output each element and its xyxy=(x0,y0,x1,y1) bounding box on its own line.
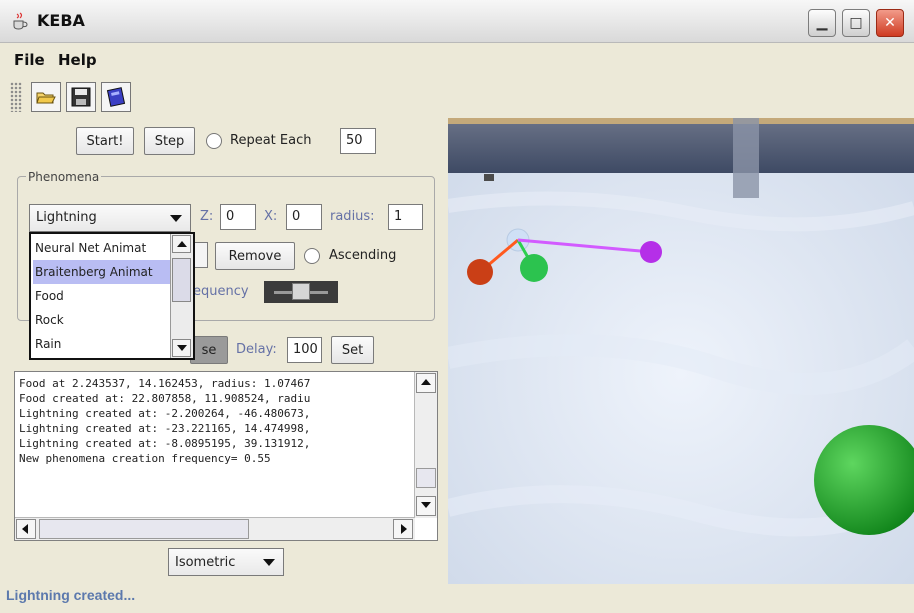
animat-body-orange xyxy=(467,259,493,285)
small-object xyxy=(484,174,494,181)
view-mode-value: Isometric xyxy=(175,555,236,570)
log-line: Lightning created at: -23.221165, 14.474… xyxy=(19,422,311,435)
dropdown-arrow-icon xyxy=(263,559,275,566)
log-horizontal-scrollbar[interactable] xyxy=(15,517,415,540)
slider-thumb[interactable] xyxy=(292,283,310,300)
menu-bar: File Help xyxy=(0,43,914,75)
x-label: X: xyxy=(264,209,278,224)
log-line: Lightning created at: -2.200264, -46.480… xyxy=(19,407,311,420)
menu-help[interactable]: Help xyxy=(58,51,97,69)
dropdown-item-food[interactable]: Food xyxy=(33,284,175,308)
title-bar: KEBA ▁ □ ✕ xyxy=(0,0,914,43)
log-line: Food created at: 22.807858, 11.908524, r… xyxy=(19,392,311,405)
scroll-left-icon xyxy=(22,524,28,534)
log-horizontal-thumb[interactable] xyxy=(39,519,249,539)
step-button[interactable]: Step xyxy=(144,127,195,155)
3d-scene xyxy=(448,118,914,584)
dropdown-scrollbar[interactable] xyxy=(170,234,193,358)
menu-file[interactable]: File xyxy=(14,51,45,69)
scroll-down-icon xyxy=(177,345,187,351)
phenomena-dropdown-list[interactable]: Neural Net Animat Braitenberg Animat Foo… xyxy=(29,232,195,360)
log-scroll-up-button[interactable] xyxy=(416,373,436,393)
phenomena-type-select[interactable]: Lightning xyxy=(29,204,191,232)
close-icon: ✕ xyxy=(884,15,896,31)
maximize-button[interactable]: □ xyxy=(842,9,870,37)
dropdown-item-rock[interactable]: Rock xyxy=(33,308,175,332)
scroll-right-icon xyxy=(401,524,407,534)
phenomena-type-value: Lightning xyxy=(36,210,97,225)
z-field[interactable]: 0 xyxy=(220,204,256,230)
animat-body-purple xyxy=(640,241,662,263)
java-cup-icon xyxy=(10,12,30,32)
phenomena-group-title: Phenomena xyxy=(26,170,102,184)
scroll-down-icon xyxy=(421,502,431,508)
log-scroll-right-button[interactable] xyxy=(393,519,413,539)
z-label: Z: xyxy=(200,209,214,224)
maximize-icon: □ xyxy=(849,15,863,31)
radius-label: radius: xyxy=(330,209,375,224)
dropdown-item-neural-net-animat[interactable]: Neural Net Animat xyxy=(33,236,175,260)
pause-button-label: se xyxy=(201,342,217,358)
wall xyxy=(448,118,914,173)
dropdown-arrow-icon xyxy=(170,215,182,222)
set-button[interactable]: Set xyxy=(331,336,374,364)
scroll-up-icon xyxy=(177,241,187,247)
log-vertical-thumb[interactable] xyxy=(416,468,436,488)
pause-button[interactable]: se xyxy=(190,336,228,364)
repeat-radio[interactable] xyxy=(206,133,222,149)
dropdown-item-rain[interactable]: Rain xyxy=(33,332,175,356)
frequency-label: equency xyxy=(193,284,249,299)
delay-field[interactable]: 100 xyxy=(287,337,322,363)
delay-label: Delay: xyxy=(236,342,277,357)
save-icon xyxy=(71,87,91,107)
ascending-radio[interactable] xyxy=(304,248,320,264)
log-line: Lightning created at: -8.0895195, 39.131… xyxy=(19,437,311,450)
log-line: New phenomena creation frequency= 0.55 xyxy=(19,452,271,465)
wall-top xyxy=(448,118,914,124)
dropdown-item-braitenberg-animat[interactable]: Braitenberg Animat xyxy=(33,260,175,284)
scroll-down-button[interactable] xyxy=(172,339,191,357)
view-mode-select[interactable]: Isometric xyxy=(168,548,284,576)
repeat-label: Repeat Each xyxy=(230,133,312,148)
open-button[interactable] xyxy=(31,82,61,112)
start-button[interactable]: Start! xyxy=(76,127,134,155)
minimize-icon: ▁ xyxy=(816,15,828,31)
minimize-button[interactable]: ▁ xyxy=(808,9,836,37)
ascending-label: Ascending xyxy=(329,248,397,263)
scroll-up-button[interactable] xyxy=(172,235,191,253)
animat-body-green xyxy=(520,254,548,282)
repeat-count-field[interactable]: 50 xyxy=(340,128,376,154)
event-log[interactable]: Food at 2.243537, 14.162453, radius: 1.0… xyxy=(14,371,438,541)
log-line: Food at 2.243537, 14.162453, radius: 1.0… xyxy=(19,377,311,390)
x-field[interactable]: 0 xyxy=(286,204,322,230)
status-text: Lightning created... xyxy=(6,587,136,603)
pillar xyxy=(733,118,759,198)
scroll-up-icon xyxy=(421,379,431,385)
radius-field[interactable]: 1 xyxy=(388,204,423,230)
help-book-button[interactable] xyxy=(101,82,131,112)
open-folder-icon xyxy=(36,92,56,104)
frequency-slider[interactable] xyxy=(264,281,338,303)
dropdown-scroll-thumb[interactable] xyxy=(172,258,191,302)
remove-button[interactable]: Remove xyxy=(215,242,295,270)
book-icon xyxy=(106,87,126,107)
window-title: KEBA xyxy=(37,11,85,30)
toolbar xyxy=(0,78,450,116)
simulation-viewport[interactable] xyxy=(448,118,914,584)
close-button[interactable]: ✕ xyxy=(876,9,904,37)
log-scroll-left-button[interactable] xyxy=(16,519,36,539)
log-vertical-scrollbar[interactable] xyxy=(414,372,437,518)
app-window: KEBA ▁ □ ✕ File Help Start! Step Repeat … xyxy=(0,0,914,613)
log-scroll-down-button[interactable] xyxy=(416,496,436,516)
save-button[interactable] xyxy=(66,82,96,112)
toolbar-grip[interactable] xyxy=(10,82,22,112)
